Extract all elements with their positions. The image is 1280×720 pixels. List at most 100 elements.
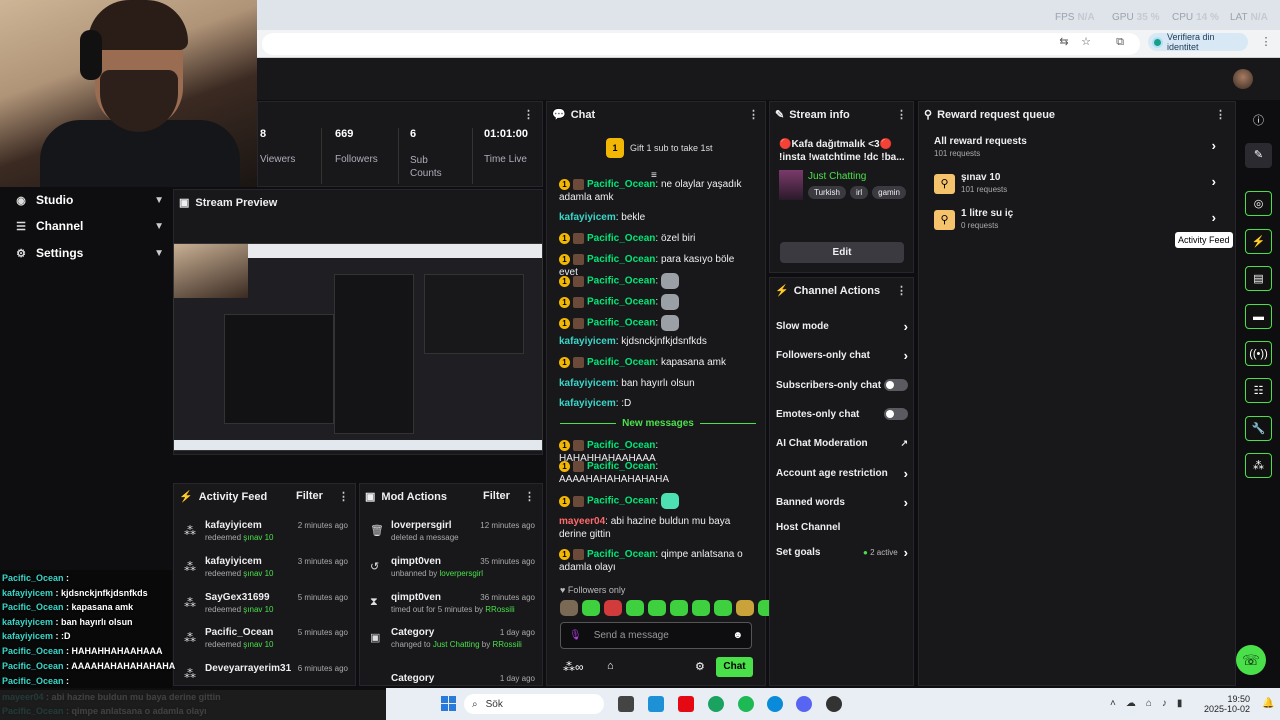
chat-message[interactable]: 1 Pacific_Ocean: [559, 294, 754, 310]
new-messages-divider[interactable]: New messages [560, 418, 756, 429]
activity-user[interactable]: kafayiyicem [205, 520, 262, 531]
browser-menu-icon[interactable]: ⋮ [1260, 36, 1272, 48]
channel-action-item[interactable]: Emotes-only chat [776, 406, 908, 422]
activity-user[interactable]: kafayiyicem [205, 556, 262, 567]
all-rewards-row[interactable]: All reward requests 101 requests › [934, 136, 1224, 164]
activity-item[interactable]: ⁂ SayGex31699 5 minutes ago redeemed şınav … [178, 592, 350, 622]
mod-action-item[interactable]: ▣ Category 1 day ago changed to Just Chatti… [364, 627, 537, 657]
toggle-switch[interactable] [884, 379, 908, 391]
channel-action-item[interactable]: Subscribers-only chat [776, 377, 908, 393]
spotify-icon[interactable] [738, 696, 754, 712]
chat-input[interactable]: 🎙 Send a message ☻ [560, 622, 752, 649]
chat-username[interactable]: Pacific_Ocean [587, 496, 655, 507]
windows-start-icon[interactable] [441, 696, 457, 712]
notification-icon[interactable]: 🔔 [1262, 698, 1274, 709]
mod-filter-button[interactable]: Filter [483, 490, 510, 502]
chat-message[interactable]: 1 Pacific_Ocean: [559, 273, 754, 289]
chat-username[interactable]: Pacific_Ocean [587, 461, 655, 472]
edit-stream-button[interactable]: Edit [780, 242, 904, 263]
edge-icon[interactable] [767, 696, 783, 712]
channel-action-item[interactable]: Set goals ● 2 active › [776, 544, 908, 560]
chat-username[interactable]: mayeer04 [559, 516, 605, 527]
user-avatar[interactable] [1233, 69, 1253, 89]
activity-item[interactable]: ⁂ kafayiyicem 2 minutes ago redeemed şınav … [178, 520, 350, 550]
verify-identity-button[interactable]: Verifiera din identitet [1148, 32, 1248, 52]
emoji-icon[interactable]: ☻ [732, 630, 743, 641]
store-icon[interactable]: ⌂ [607, 660, 614, 672]
channel-action-item[interactable]: Host Channel [776, 519, 908, 535]
activity-item[interactable]: ⁂ Deveyarrayerim31 6 minutes ago [178, 663, 350, 693]
mod-action-user[interactable]: qimpt0ven [391, 592, 441, 603]
activity-menu-icon[interactable]: ⋮ [338, 490, 349, 503]
tag-chip[interactable]: Turkish [808, 186, 846, 199]
emote-icon[interactable] [582, 600, 600, 616]
mod-action-item[interactable]: ⧗ qimpt0ven 36 minutes ago timed out for 5 … [364, 592, 537, 622]
chat-username[interactable]: kafayiyicem [559, 378, 616, 389]
chat-settings-icon[interactable]: ⚙ [695, 660, 705, 673]
channel-action-item[interactable]: Banned words › [776, 494, 908, 510]
sidebar-item-studio[interactable]: ◉ Studio ▼ [14, 190, 164, 210]
sidebar-item-channel[interactable]: ☰ Channel ▼ [14, 216, 164, 236]
chat-send-button[interactable]: Chat [716, 657, 753, 677]
stream-info-menu-icon[interactable]: ⋮ [896, 108, 907, 121]
chat-message[interactable]: 1 Pacific_Ocean: AAAAHAHAHAHAHAHA [559, 460, 754, 486]
chrome-icon[interactable] [708, 696, 724, 712]
sidebar-item-settings[interactable]: ⚙ Settings ▼ [14, 243, 164, 263]
chat-username[interactable]: Pacific_Ocean [587, 297, 655, 308]
chat-message[interactable]: kafayiyicem: bekle [559, 211, 754, 224]
chat-username[interactable]: Pacific_Ocean [587, 254, 655, 265]
emote-icon[interactable] [714, 600, 732, 616]
system-tray[interactable]: ˄☁⌂♪▮ [1110, 698, 1192, 709]
category-name[interactable]: Just Chatting [808, 171, 866, 182]
rail-notes-button[interactable]: ▤ [1245, 266, 1272, 291]
emote-icon[interactable] [648, 600, 666, 616]
chat-username[interactable]: Pacific_Ocean [587, 233, 655, 244]
toggle-switch[interactable] [884, 408, 908, 420]
chat-message[interactable]: kafayiyicem: kjdsnckjnfkjdsnfkds [559, 335, 754, 348]
rail-broadcast-button[interactable]: ((•)) [1245, 341, 1272, 366]
taskbar-app-icon[interactable] [648, 696, 664, 712]
chat-username[interactable]: Pacific_Ocean [587, 549, 655, 560]
chat-message[interactable]: 1 Pacific_Ocean: özel biri [559, 232, 754, 245]
extensions-icon[interactable]: ⧉ [1114, 36, 1126, 48]
gift-sub-banner[interactable]: 1 Gift 1 sub to take 1st [606, 138, 713, 158]
stats-menu-icon[interactable]: ⋮ [523, 108, 534, 121]
edit-rail-button[interactable]: ✎ [1245, 143, 1272, 168]
bookmark-star-icon[interactable]: ☆ [1080, 36, 1092, 48]
chat-message[interactable]: kafayiyicem: :D [559, 397, 754, 410]
mod-action-user[interactable]: loverpersgirl [391, 520, 452, 531]
reward-item[interactable]: ⚲ şınav 10 101 requests › [934, 172, 1224, 196]
translate-icon[interactable]: ⇆ [1058, 36, 1070, 48]
chat-username[interactable]: kafayiyicem [559, 336, 616, 347]
emote-icon[interactable] [736, 600, 754, 616]
rail-activity-feed-button[interactable]: ⚡ [1245, 229, 1272, 254]
emote-icon[interactable] [626, 600, 644, 616]
emote-icon[interactable] [604, 600, 622, 616]
rail-camera-button[interactable]: ◎ [1245, 191, 1272, 216]
chat-username[interactable]: Pacific_Ocean [587, 440, 655, 451]
chat-username[interactable]: kafayiyicem [559, 212, 616, 223]
activity-item[interactable]: ⁂ kafayiyicem 3 minutes ago redeemed şınav … [178, 556, 350, 586]
activity-user[interactable]: Pacific_Ocean [205, 627, 273, 638]
mod-action-user[interactable]: qimpt0ven [391, 556, 441, 567]
tag-chip[interactable]: irl [849, 186, 869, 199]
chat-username[interactable]: Pacific_Ocean [587, 276, 655, 287]
mod-action-user[interactable]: Category [391, 627, 434, 638]
activity-user[interactable]: Deveyarrayerim31 [205, 663, 291, 674]
chat-message[interactable]: mayeer04: abi hazine buldun mu baya deri… [559, 515, 754, 541]
reward-queue-menu-icon[interactable]: ⋮ [1215, 108, 1226, 121]
rail-community-button[interactable]: ⁂ [1245, 453, 1272, 478]
tag-chip[interactable]: gamin [872, 186, 906, 199]
chat-message[interactable]: kafayiyicem: ban hayırlı olsun [559, 377, 754, 390]
mod-action-user[interactable]: Category [391, 673, 434, 684]
channel-action-item[interactable]: Followers-only chat › [776, 347, 908, 363]
chat-username[interactable]: kafayiyicem [559, 398, 616, 409]
info-icon[interactable]: ⓘ [1253, 112, 1264, 128]
channel-action-item[interactable]: Slow mode › [776, 318, 908, 334]
activity-user[interactable]: SayGex31699 [205, 592, 270, 603]
mod-action-item[interactable]: 🗑 loverpersgirl 12 minutes ago deleted a me… [364, 520, 537, 550]
channel-action-item[interactable]: AI Chat Moderation ↗ [776, 435, 908, 451]
mic-icon[interactable]: 🎙 [569, 630, 582, 641]
emote-icon[interactable] [670, 600, 688, 616]
discord-icon[interactable] [796, 696, 812, 712]
